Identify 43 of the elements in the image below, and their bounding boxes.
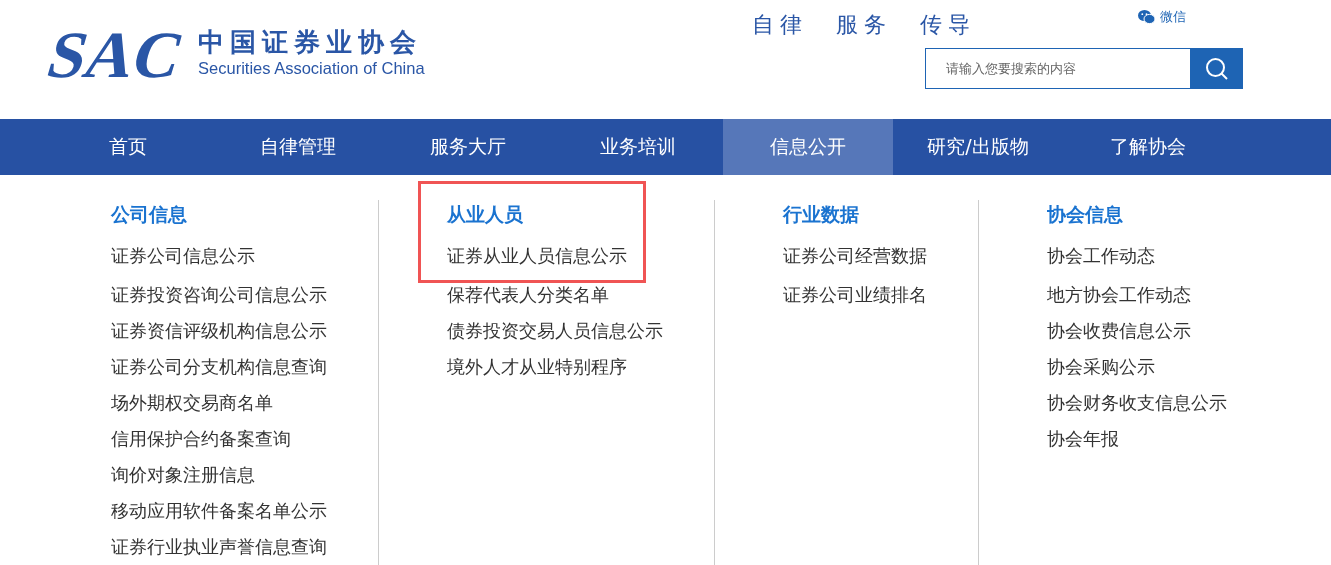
wechat-icon[interactable] — [1138, 10, 1155, 24]
menu-link[interactable]: 协会工作动态 — [1047, 238, 1155, 274]
menu-link[interactable]: 协会财务收支信息公示 — [1047, 385, 1278, 421]
slogan-text: 自律 — [752, 11, 808, 39]
logo-subtitle: Securities Association of China — [198, 58, 425, 78]
menu-link[interactable]: 境外人才从业特别程序 — [447, 349, 714, 385]
menu-link[interactable]: 证券公司信息公示 — [111, 238, 255, 274]
menu-link[interactable]: 信用保护合约备案查询 — [111, 421, 378, 457]
slogan-text: 服务 — [836, 11, 892, 39]
menu-link[interactable]: 询价对象注册信息 — [111, 457, 378, 493]
nav-tab[interactable]: 首页 — [43, 119, 213, 175]
nav-tab[interactable]: 服务大厅 — [383, 119, 553, 175]
menu-link[interactable]: 协会采购公示 — [1047, 349, 1278, 385]
wechat-link[interactable]: 微信 — [1160, 8, 1186, 26]
menu-heading[interactable]: 从业人员 — [447, 202, 523, 226]
logo-name: 中国证券业协会 — [198, 26, 424, 58]
menu-link[interactable]: 地方协会工作动态 — [1047, 277, 1278, 313]
menu-link[interactable]: 协会收费信息公示 — [1047, 313, 1278, 349]
menu-link[interactable]: 债券投资交易人员信息公示 — [447, 313, 714, 349]
menu-link[interactable]: 保荐代表人分类名单 — [447, 277, 714, 313]
logo-mark: SAC — [40, 22, 192, 88]
nav-tab[interactable]: 研究/出版物 — [893, 119, 1063, 175]
menu-link[interactable]: 证券投资咨询公司信息公示 — [111, 277, 378, 313]
menu-heading[interactable]: 公司信息 — [111, 202, 187, 226]
menu-link[interactable]: 场外期权交易商名单 — [111, 385, 378, 421]
search-button[interactable] — [1191, 48, 1243, 89]
menu-link[interactable]: 证券公司分支机构信息查询 — [111, 349, 378, 385]
menu-link[interactable]: 证券行业执业声誉信息查询 — [111, 529, 378, 565]
menu-heading[interactable]: 协会信息 — [1047, 202, 1123, 226]
search-field[interactable]: 请输入您要搜索的内容 — [925, 48, 1191, 89]
menu-heading[interactable]: 行业数据 — [783, 202, 859, 226]
menu-link[interactable]: 证券公司经营数据 — [783, 238, 927, 274]
menu-link[interactable]: 移动应用软件备案名单公示 — [111, 493, 378, 529]
menu-link[interactable]: 协会年报 — [1047, 421, 1278, 457]
slogan-text: 传导 — [920, 11, 976, 39]
search-icon — [1205, 56, 1229, 81]
menu-link[interactable]: 证券从业人员信息公示 — [447, 238, 627, 274]
nav-tab[interactable]: 信息公开 — [723, 119, 893, 175]
nav-tab[interactable]: 业务培训 — [553, 119, 723, 175]
menu-link[interactable]: 证券公司业绩排名 — [783, 277, 978, 313]
nav-tab[interactable]: 自律管理 — [213, 119, 383, 175]
menu-link[interactable]: 证券资信评级机构信息公示 — [111, 313, 378, 349]
nav-tab[interactable]: 了解协会 — [1063, 119, 1233, 175]
